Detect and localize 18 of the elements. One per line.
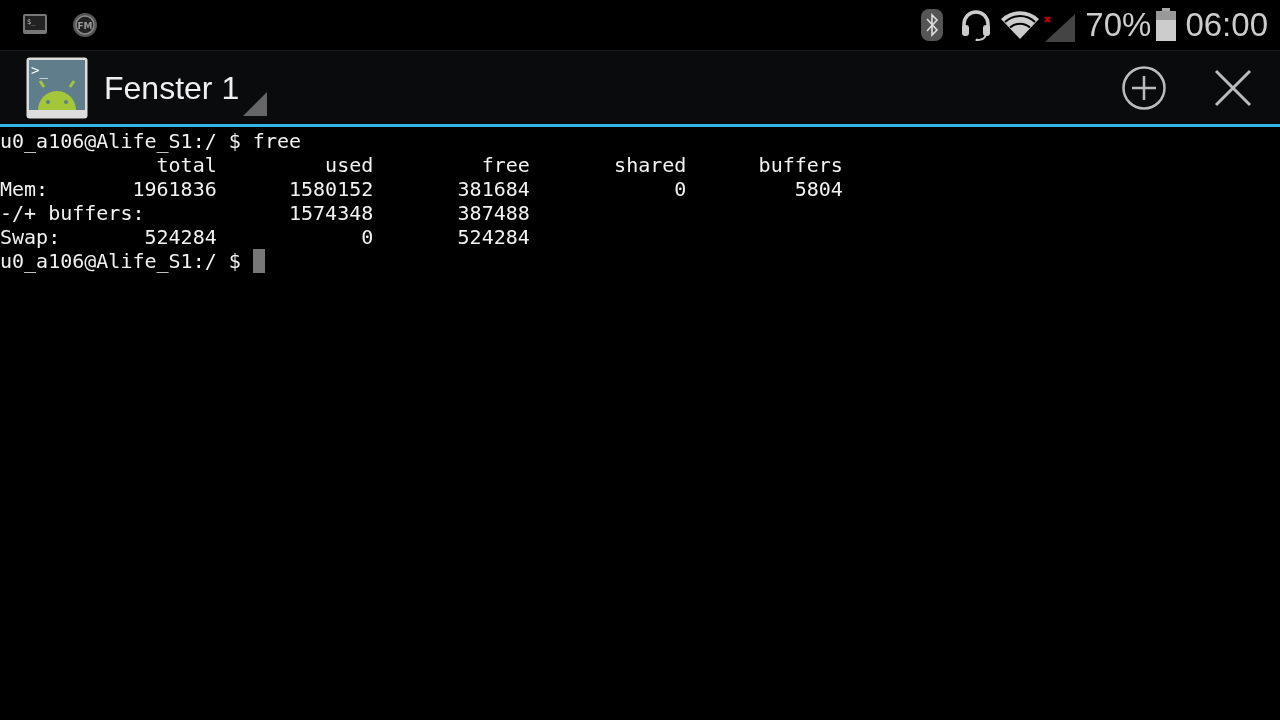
terminal-app-icon[interactable]: >_ (26, 56, 88, 119)
terminal-line: total used free shared buffers (155, 153, 843, 177)
terminal-line: Swap: 524284 0 524284 (0, 225, 530, 249)
dropdown-corner-icon (243, 91, 268, 116)
new-window-button[interactable] (1122, 65, 1166, 110)
close-button[interactable] (1214, 68, 1252, 107)
text-cursor (252, 249, 265, 273)
clock-time: 06:00 (1185, 5, 1268, 46)
fm-radio-icon: FM (72, 12, 98, 38)
terminal-line: u0_a106@Alife_S1:/ $ free (0, 129, 302, 153)
window-selector[interactable]: Fenster 1 (104, 59, 268, 116)
wifi-icon (1001, 11, 1040, 39)
bluetooth-icon (921, 9, 944, 41)
battery-percentage: 70% (1085, 5, 1152, 46)
terminal-line: Mem: 1961836 1580152 381684 0 5804 (0, 177, 843, 201)
terminal-line: -/+ buffers: 1574348 387488 (0, 201, 530, 225)
terminal-line: u0_a106@Alife_S1:/ $ (0, 249, 242, 273)
battery-icon (1155, 8, 1178, 42)
